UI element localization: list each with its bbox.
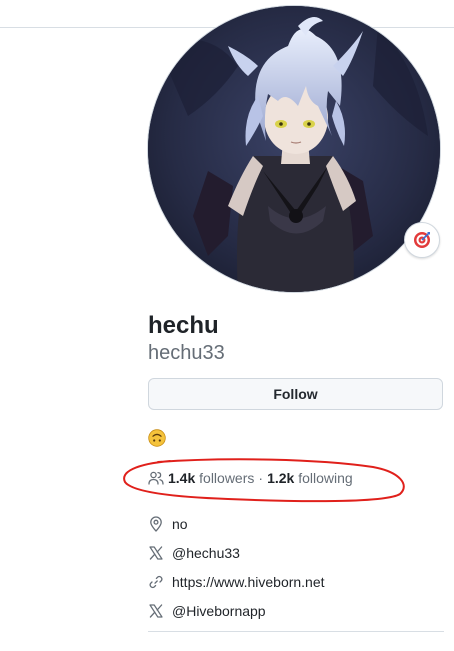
location-icon [148,515,164,532]
followers-link[interactable]: 1.4k followers [148,470,254,486]
location-item: no [148,509,444,538]
followers-label: followers [199,470,255,486]
social-item-x: @hechu33 [148,538,444,567]
follow-button[interactable]: Follow [148,378,443,410]
location-text: no [172,515,188,532]
x-logo-icon [148,545,164,561]
people-icon [148,471,164,485]
upside-down-face-icon [148,429,166,447]
following-count: 1.2k [267,470,295,486]
dart-icon [414,232,430,248]
bio-emoji [148,429,166,447]
followers-count: 1.4k [168,470,196,486]
social-item-x-2: @Hivebornapp [148,596,444,625]
follow-stats: 1.4k followers · 1.2k following [148,468,353,488]
following-label: following [298,470,353,486]
x-logo-icon [148,603,164,619]
avatar-container [147,5,441,295]
avatar[interactable] [147,5,441,293]
profile-username: hechu33 [148,342,225,364]
website-item: https://www.hiveborn.net [148,567,444,596]
twitter-link-1[interactable]: @hechu33 [172,545,240,561]
link-icon [148,574,164,590]
stats-separator: · [258,470,264,486]
following-link[interactable]: 1.2k following [267,470,353,486]
twitter-link-2[interactable]: @Hivebornapp [172,603,266,619]
profile-details: no @hechu33 https://www.hiveborn.net @Hi… [148,509,444,625]
profile-display-name: hechu [148,312,219,339]
avatar-illustration [148,6,440,292]
website-link[interactable]: https://www.hiveborn.net [172,574,325,590]
sidebar-divider [148,631,444,632]
status-emoji[interactable] [404,222,440,258]
